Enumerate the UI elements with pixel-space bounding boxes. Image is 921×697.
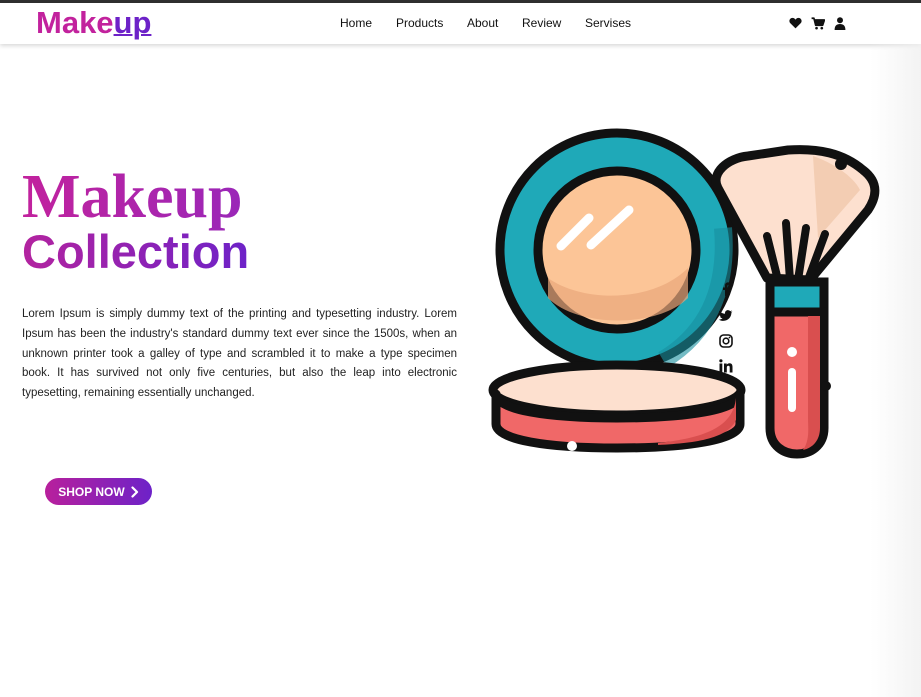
hero-title-line1: Makeup xyxy=(22,160,242,234)
hero-title-line2: Collection xyxy=(22,225,250,278)
nav-link-products[interactable]: Products xyxy=(396,16,443,30)
shop-now-button[interactable]: SHOP NOW xyxy=(45,478,152,505)
nav-link-review[interactable]: Review xyxy=(522,16,561,30)
navbar: Makeup Home Products About Review Servis… xyxy=(0,3,921,44)
nav-link-servises[interactable]: Servises xyxy=(585,16,631,30)
instagram-icon[interactable] xyxy=(719,334,733,353)
linkedin-icon[interactable] xyxy=(719,359,733,378)
shop-now-label: SHOP NOW xyxy=(58,484,125,499)
facebook-icon[interactable] xyxy=(719,282,733,301)
makeup-illustration xyxy=(488,128,888,468)
hero-description: Lorem Ipsum is simply dummy text of the … xyxy=(22,308,457,400)
brand-logo-part2: up xyxy=(113,5,152,40)
nav-link-about[interactable]: About xyxy=(467,16,498,30)
chevron-right-icon xyxy=(131,485,139,498)
cart-icon[interactable] xyxy=(811,17,825,30)
user-icon[interactable] xyxy=(834,17,846,30)
brand-logo-part1: Make xyxy=(36,5,114,40)
heart-icon[interactable] xyxy=(789,17,802,29)
twitter-icon[interactable] xyxy=(718,309,733,327)
nav-link-home[interactable]: Home xyxy=(340,16,372,30)
brand-logo[interactable]: Makeup xyxy=(36,5,151,41)
